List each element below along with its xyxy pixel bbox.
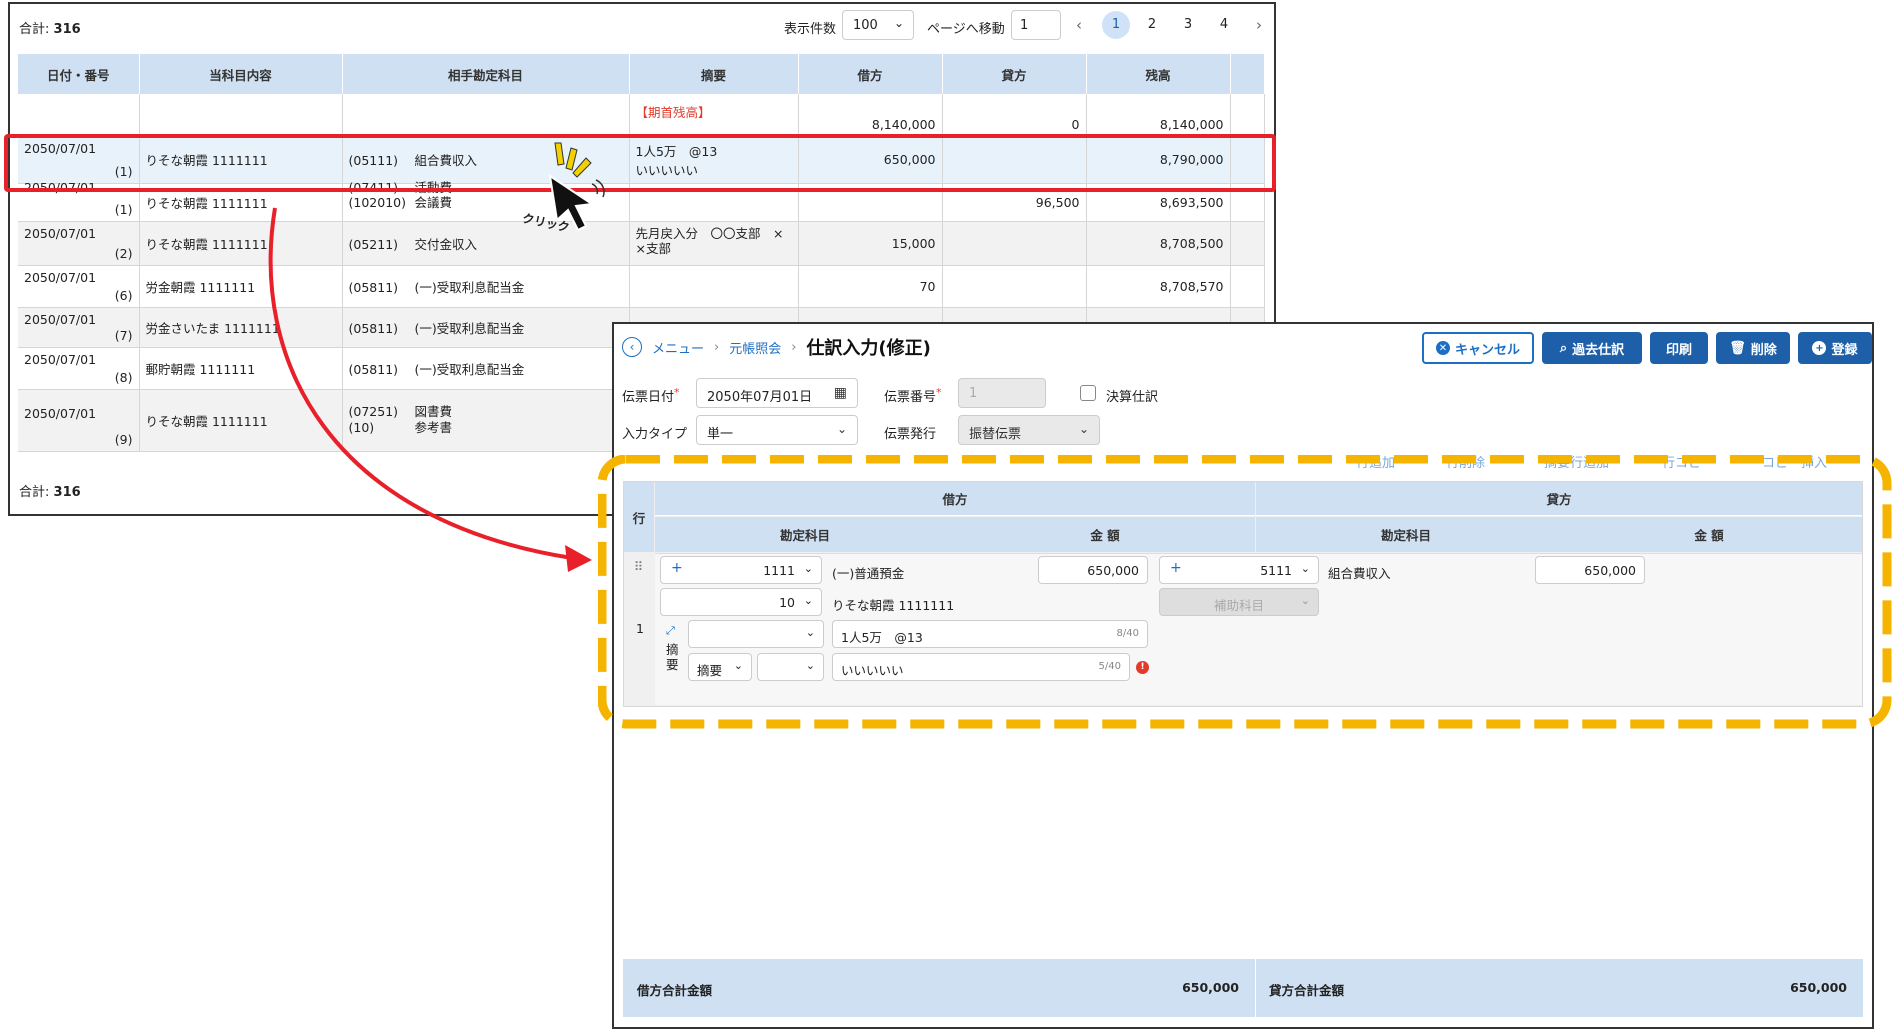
total-count-top: 合計: 316 xyxy=(19,22,81,37)
col-summary: 摘要 xyxy=(629,54,799,94)
close-icon: ✕ xyxy=(1435,341,1450,355)
number-input: 1 xyxy=(958,378,1046,408)
number-label: 伝票番号* xyxy=(884,386,942,405)
goto-page-input[interactable]: 1 xyxy=(1011,10,1061,40)
arrow-head-icon xyxy=(565,545,592,572)
page-1-button[interactable]: 1 xyxy=(1102,11,1130,39)
chevron-down-icon: ⌄ xyxy=(836,422,847,436)
per-page-select[interactable]: 100 ⌄ xyxy=(842,10,914,40)
input-type-select[interactable]: 単一 ⌄ xyxy=(696,415,858,445)
table-header-row: 日付・番号 当科目内容 相手勘定科目 摘要 借方 貸方 残高 xyxy=(18,54,1265,94)
total-count-bottom: 合計: 316 xyxy=(19,485,81,500)
page-2-button[interactable]: 2 xyxy=(1138,11,1166,39)
back-icon[interactable]: ‹ xyxy=(622,337,642,357)
col-account: 当科目内容 xyxy=(139,54,343,94)
col-balance: 残高 xyxy=(1086,54,1231,94)
next-page-icon[interactable]: › xyxy=(1256,11,1262,39)
table-row[interactable]: 2050/07/01 (2) りそな朝霞 1111111 (05211) 交付金収入… xyxy=(18,221,1265,266)
trash-icon: 🗑 xyxy=(1729,340,1746,356)
opening-label: 【期首残高】 xyxy=(629,94,799,137)
col-date: 日付・番号 xyxy=(18,54,140,94)
page-title: 仕訳入力(修正) xyxy=(806,338,931,359)
page-4-button[interactable]: 4 xyxy=(1210,11,1238,39)
breadcrumb-menu[interactable]: メニュー xyxy=(652,338,704,357)
goto-page-label: ページへ移動 xyxy=(927,22,1005,37)
print-button[interactable]: 印刷 xyxy=(1650,332,1708,364)
issue-label: 伝票発行 xyxy=(884,427,937,442)
per-page-label: 表示件数 xyxy=(784,22,837,37)
breadcrumb-ledger[interactable]: 元帳照会 xyxy=(729,338,781,357)
closing-label: 決算仕訳 xyxy=(1106,390,1159,405)
selected-row-highlight xyxy=(4,134,1276,192)
breadcrumb: ‹ メニュー › 元帳照会 › 仕訳入力(修正) xyxy=(622,334,931,360)
delete-button[interactable]: 🗑 削除 xyxy=(1716,332,1790,364)
col-debit: 借方 xyxy=(798,54,943,94)
debit-total-label: 借方合計金額 xyxy=(637,983,713,998)
chevron-down-icon: ⌄ xyxy=(1078,422,1089,436)
opening-balance-row: 【期首残高】 8,140,000 0 8,140,000 xyxy=(18,94,1265,137)
cancel-button[interactable]: ✕ キャンセル xyxy=(1422,332,1534,364)
date-input[interactable]: 2050年07月01日 ▦ xyxy=(696,378,858,408)
credit-total-value: 650,000 xyxy=(1790,980,1847,995)
plus-circle-icon: + xyxy=(1812,341,1827,355)
closing-checkbox[interactable] xyxy=(1080,385,1096,401)
chevron-down-icon: ⌄ xyxy=(893,16,904,30)
page-3-button[interactable]: 3 xyxy=(1174,11,1202,39)
issue-select[interactable]: 振替伝票 ⌄ xyxy=(958,415,1100,445)
input-type-label: 入力タイプ xyxy=(622,427,688,442)
ledger-toolbar: 合計: 316 表示件数 100 ⌄ ページへ移動 1 ‹ 1 2 3 4 › xyxy=(10,4,1274,50)
totals-footer: 借方合計金額 650,000 貸方合計金額 650,000 xyxy=(623,959,1863,1017)
search-icon: ⌕ xyxy=(1559,340,1568,356)
grid-highlight-frame xyxy=(598,455,1892,729)
debit-total-value: 650,000 xyxy=(1182,980,1239,995)
calendar-icon[interactable]: ▦ xyxy=(834,385,847,401)
register-button[interactable]: + 登録 xyxy=(1798,332,1872,364)
prev-page-icon[interactable]: ‹ xyxy=(1076,11,1082,39)
col-counter-account: 相手勘定科目 xyxy=(342,54,630,94)
date-label: 伝票日付* xyxy=(622,386,680,405)
history-button[interactable]: ⌕ 過去仕訳 xyxy=(1542,332,1642,364)
col-credit: 貸方 xyxy=(942,54,1087,94)
table-row[interactable]: 2050/07/01 (6) 労金朝霞 1111111 (05811) (一)受取利… xyxy=(18,265,1265,308)
credit-total-label: 貸方合計金額 xyxy=(1269,983,1345,998)
